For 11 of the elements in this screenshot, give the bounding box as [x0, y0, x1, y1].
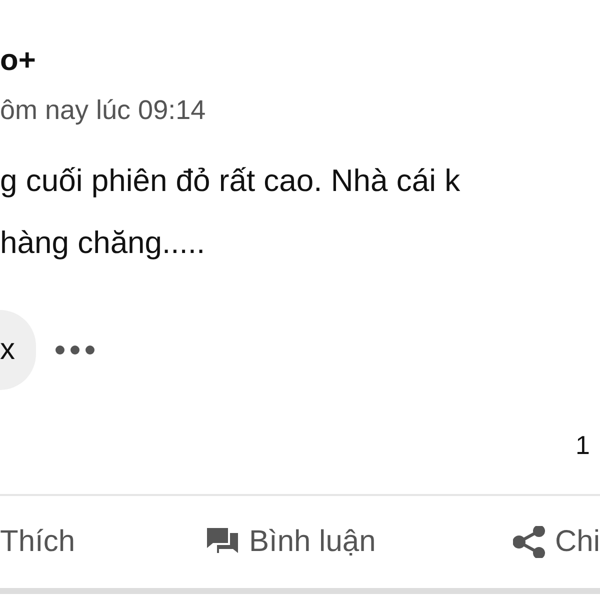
reaction-button[interactable]: x — [0, 310, 36, 390]
post-time: ôm nay lúc 09:14 — [0, 94, 206, 126]
more-icon[interactable] — [55, 345, 95, 355]
reaction-count: 1 — [576, 429, 590, 462]
post-text: g cuối phiên đỏ rất cao. Nhà cái k — [0, 162, 460, 200]
share-icon — [512, 526, 545, 558]
post-text: hàng chăng..... — [0, 224, 206, 262]
action-button[interactable]: Bình luận — [249, 525, 376, 559]
author-name[interactable]: o+ — [0, 44, 36, 78]
action-button[interactable]: Thích — [0, 525, 76, 559]
action-button[interactable]: Chi — [554, 525, 600, 559]
